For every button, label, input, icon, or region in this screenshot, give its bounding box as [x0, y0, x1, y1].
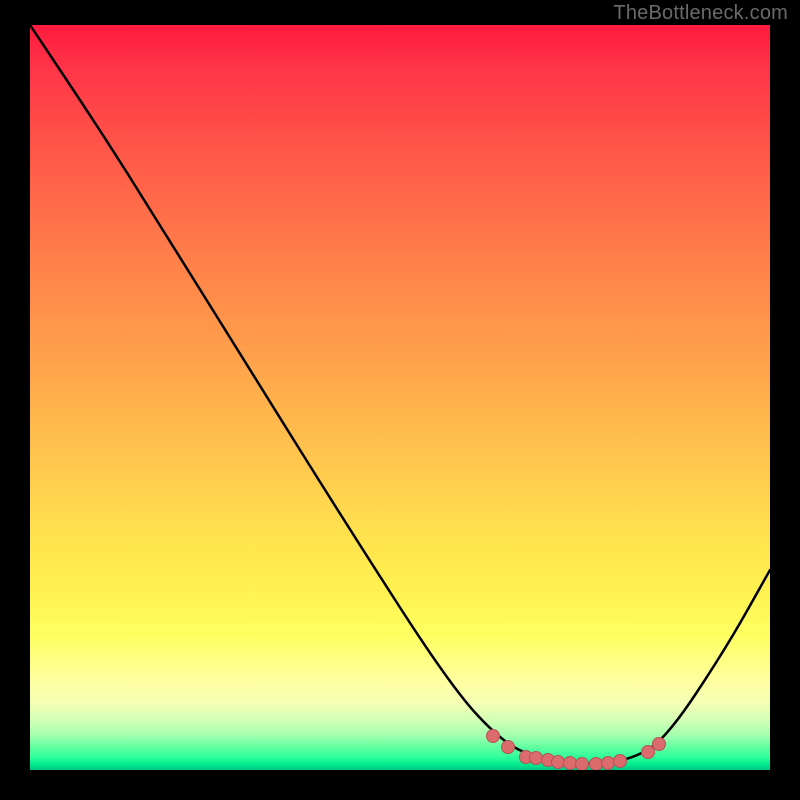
curve-marker — [614, 755, 627, 768]
curve-marker — [653, 738, 666, 751]
curve-marker — [552, 756, 565, 769]
chart-svg — [30, 25, 770, 770]
curve-marker — [502, 741, 515, 754]
curve-marker — [642, 746, 655, 759]
watermark-text: TheBottleneck.com — [613, 2, 788, 25]
curve-marker — [590, 758, 603, 771]
curve-marker — [602, 757, 615, 770]
curve-markers — [487, 730, 666, 771]
curve-marker — [564, 757, 577, 770]
curve-path — [30, 25, 770, 764]
chart-area — [30, 25, 770, 770]
curve-marker — [576, 758, 589, 771]
curve-marker — [530, 752, 543, 765]
curve-marker — [487, 730, 500, 743]
